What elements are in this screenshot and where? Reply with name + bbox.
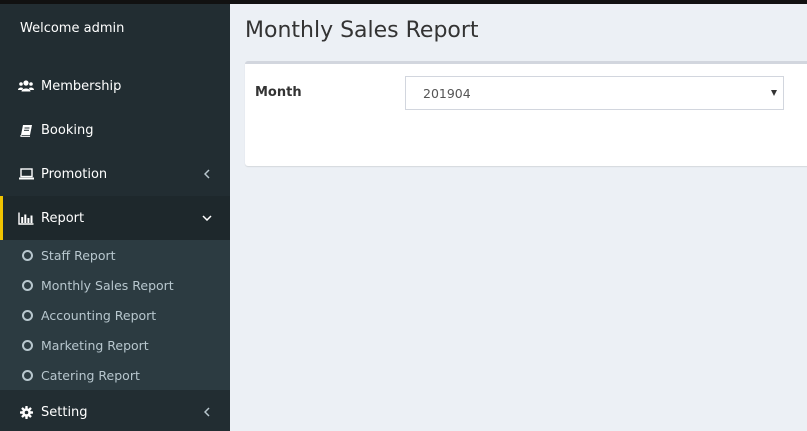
submenu-item-monthly-sales-report[interactable]: Monthly Sales Report — [0, 270, 230, 300]
submenu-item-accounting-report[interactable]: Accounting Report — [0, 300, 230, 330]
month-select[interactable]: 201904 — [405, 76, 784, 110]
circle-icon — [22, 249, 33, 261]
sidebar-item-report[interactable]: Report — [0, 196, 230, 240]
chevron-left-icon — [202, 407, 212, 417]
report-filter-box: Month 201904 — [245, 61, 807, 166]
circle-icon — [22, 369, 33, 381]
welcome-text: Welcome admin — [20, 21, 125, 36]
sidebar-item-membership[interactable]: Membership — [0, 64, 230, 108]
submenu-item-label: Catering Report — [41, 367, 140, 383]
main-content: Monthly Sales Report Month 201904 — [230, 4, 807, 431]
submenu-item-label: Marketing Report — [41, 337, 149, 353]
gear-icon — [18, 405, 34, 419]
sidebar-item-promotion[interactable]: Promotion — [0, 152, 230, 196]
circle-icon — [22, 309, 33, 321]
submenu-item-marketing-report[interactable]: Marketing Report — [0, 330, 230, 360]
book-icon — [18, 123, 34, 137]
sidebar-item-setting[interactable]: Setting — [0, 390, 230, 431]
sidebar: Welcome admin Membership Booking Promoti… — [0, 4, 230, 431]
page-title: Monthly Sales Report — [245, 18, 479, 43]
sidebar-item-label: Booking — [41, 122, 94, 138]
sidebar-item-label: Report — [41, 210, 85, 226]
submenu-item-catering-report[interactable]: Catering Report — [0, 360, 230, 390]
submenu-item-staff-report[interactable]: Staff Report — [0, 240, 230, 270]
sidebar-item-label: Promotion — [41, 166, 108, 182]
chevron-down-icon — [202, 213, 212, 223]
submenu-item-label: Staff Report — [41, 247, 116, 263]
users-icon — [18, 79, 34, 93]
bar-chart-icon — [18, 211, 34, 225]
submenu-item-label: Monthly Sales Report — [41, 277, 174, 293]
sidebar-item-booking[interactable]: Booking — [0, 108, 230, 152]
laptop-icon — [18, 167, 34, 181]
submenu-item-label: Accounting Report — [41, 307, 157, 323]
month-select-value: 201904 — [423, 86, 471, 101]
report-submenu: Staff Report Monthly Sales Report Accoun… — [0, 240, 230, 390]
chevron-left-icon — [202, 169, 212, 179]
circle-icon — [22, 339, 33, 351]
dropdown-arrow-icon — [771, 90, 777, 96]
sidebar-item-label: Membership — [41, 78, 122, 94]
circle-icon — [22, 279, 33, 291]
month-label: Month — [255, 85, 302, 100]
sidebar-item-label: Setting — [41, 404, 88, 420]
